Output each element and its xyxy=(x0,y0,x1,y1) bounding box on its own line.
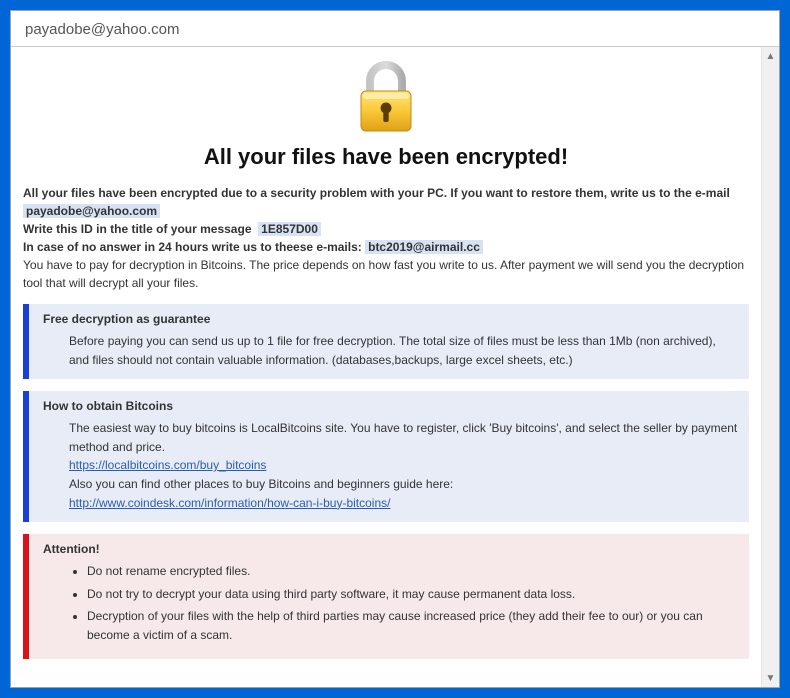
intro-block: All your files have been encrypted due t… xyxy=(23,184,749,292)
window-title: payadobe@yahoo.com xyxy=(11,11,779,47)
secondary-email: btc2019@airmail.cc xyxy=(365,240,483,254)
content-area: All your files have been encrypted! All … xyxy=(11,47,761,687)
intro-line3: In case of no answer in 24 hours write u… xyxy=(23,240,362,254)
scroll-down-icon[interactable]: ▼ xyxy=(762,669,779,687)
payment-line: You have to pay for decryption in Bitcoi… xyxy=(23,256,749,292)
content-wrap: All your files have been encrypted! All … xyxy=(11,47,779,687)
link-coindesk[interactable]: http://www.coindesk.com/information/how-… xyxy=(69,496,390,510)
intro-line1: All your files have been encrypted due t… xyxy=(23,186,730,200)
primary-email: payadobe@yahoo.com xyxy=(23,204,160,218)
panel-bitcoins: How to obtain Bitcoins The easiest way t… xyxy=(23,391,749,522)
ransom-note-window: payadobe@yahoo.com xyxy=(10,10,780,688)
panel-guarantee-body: Before paying you can send us up to 1 fi… xyxy=(43,332,739,369)
scroll-up-icon[interactable]: ▲ xyxy=(762,47,779,65)
vertical-scrollbar[interactable]: ▲ ▼ xyxy=(761,47,779,687)
main-heading: All your files have been encrypted! xyxy=(23,144,749,170)
link-localbitcoins[interactable]: https://localbitcoins.com/buy_bitcoins xyxy=(69,458,266,472)
lock-icon xyxy=(355,61,417,138)
message-id: 1E857D00 xyxy=(258,222,321,236)
list-item: Decryption of your files with the help o… xyxy=(87,607,739,644)
list-item: Do not rename encrypted files. xyxy=(87,562,739,581)
intro-line2: Write this ID in the title of your messa… xyxy=(23,222,252,236)
attention-list: Do not rename encrypted files. Do not tr… xyxy=(69,562,739,644)
panel-guarantee: Free decryption as guarantee Before payi… xyxy=(23,304,749,379)
panel-bitcoins-body2: Also you can find other places to buy Bi… xyxy=(69,475,739,494)
panel-guarantee-title: Free decryption as guarantee xyxy=(43,312,739,326)
panel-attention: Attention! Do not rename encrypted files… xyxy=(23,534,749,658)
panel-bitcoins-body1: The easiest way to buy bitcoins is Local… xyxy=(69,419,739,456)
panel-bitcoins-title: How to obtain Bitcoins xyxy=(43,399,739,413)
lock-row xyxy=(23,61,749,138)
panel-attention-title: Attention! xyxy=(43,542,739,556)
list-item: Do not try to decrypt your data using th… xyxy=(87,585,739,604)
